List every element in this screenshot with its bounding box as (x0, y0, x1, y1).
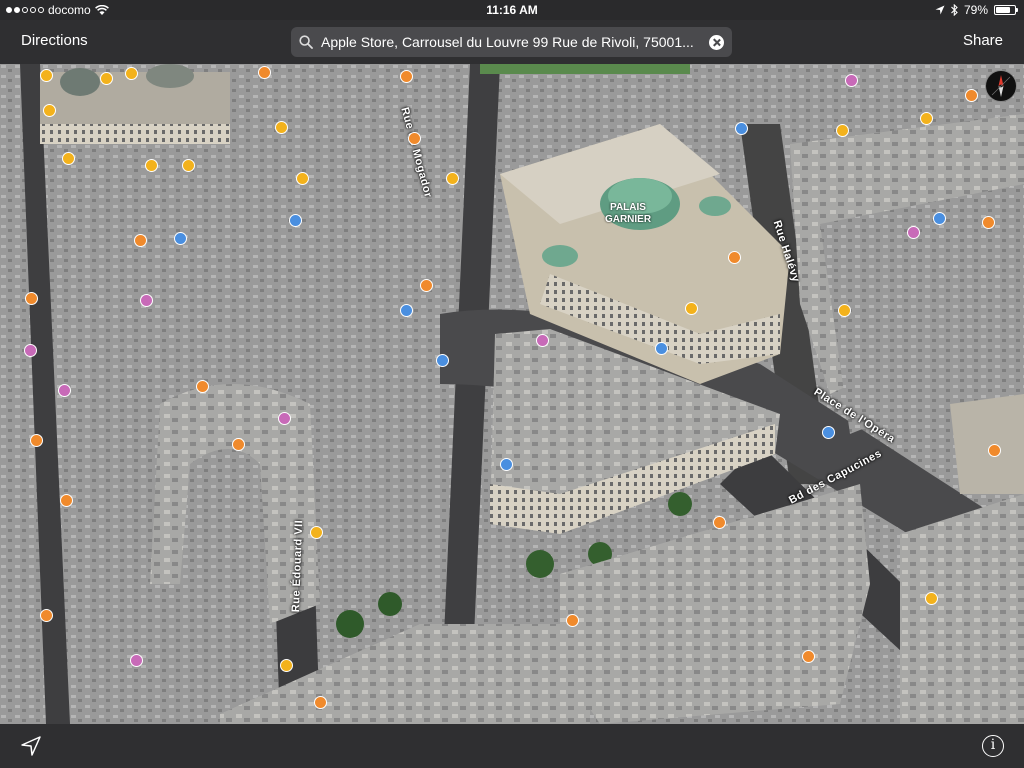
map-poi-marker[interactable] (58, 384, 71, 397)
map-poi-marker[interactable] (713, 516, 726, 529)
map-poi-marker[interactable] (822, 426, 835, 439)
map-poi-marker[interactable] (408, 132, 421, 145)
map-poi-marker[interactable] (566, 614, 579, 627)
map-poi-marker[interactable] (655, 342, 668, 355)
compass-button[interactable] (985, 70, 1017, 102)
status-bar: docomo 11:16 AM 79% (0, 0, 1024, 20)
bluetooth-icon (951, 4, 958, 16)
map-poi-marker[interactable] (30, 434, 43, 447)
map-poi-marker[interactable] (845, 74, 858, 87)
navigation-bar: Directions Apple Store, Carrousel du Lou… (0, 20, 1024, 64)
map-poi-marker[interactable] (196, 380, 209, 393)
map-poi-marker[interactable] (314, 696, 327, 709)
directions-button[interactable]: Directions (21, 32, 88, 49)
map-poi-marker[interactable] (280, 659, 293, 672)
map-poi-marker[interactable] (838, 304, 851, 317)
compass-icon (991, 75, 1011, 97)
map-poi-marker[interactable] (60, 494, 73, 507)
map-view[interactable]: Rue de Mogador Rue Halévy Place de l'Opé… (0, 64, 1024, 724)
battery-fill (996, 7, 1011, 13)
map-poi-marker[interactable] (24, 344, 37, 357)
map-poi-marker[interactable] (25, 292, 38, 305)
map-poi-marker[interactable] (145, 159, 158, 172)
map-poi-marker[interactable] (125, 67, 138, 80)
status-right: 79% (935, 3, 1018, 17)
map-poi-marker[interactable] (802, 650, 815, 663)
status-time: 11:16 AM (486, 3, 538, 17)
map-poi-marker[interactable] (130, 654, 143, 667)
map-poi-marker[interactable] (933, 212, 946, 225)
map-poi-marker[interactable] (40, 69, 53, 82)
map-poi-marker[interactable] (174, 232, 187, 245)
map-poi-marker[interactable] (278, 412, 291, 425)
map-poi-marker[interactable] (400, 70, 413, 83)
map-poi-marker[interactable] (232, 438, 245, 451)
map-poi-marker[interactable] (446, 172, 459, 185)
map-poi-marker[interactable] (728, 251, 741, 264)
map-poi-marker[interactable] (43, 104, 56, 117)
search-field[interactable]: Apple Store, Carrousel du Louvre 99 Rue … (291, 27, 732, 57)
bottom-toolbar: i (0, 724, 1024, 768)
location-arrow-icon (935, 5, 945, 15)
map-poi-marker[interactable] (836, 124, 849, 137)
map-poi-marker[interactable] (258, 66, 271, 79)
map-poi-marker[interactable] (988, 444, 1001, 457)
clear-search-button[interactable] (709, 34, 724, 50)
map-poi-marker[interactable] (134, 234, 147, 247)
current-location-button[interactable] (20, 735, 42, 757)
map-poi-marker[interactable] (275, 121, 288, 134)
map-poi-marker[interactable] (62, 152, 75, 165)
search-query[interactable]: Apple Store, Carrousel du Louvre 99 Rue … (321, 34, 709, 50)
map-poi-marker[interactable] (500, 458, 513, 471)
info-button[interactable]: i (982, 735, 1004, 757)
map-poi-marker[interactable] (685, 302, 698, 315)
map-poi-marker[interactable] (907, 226, 920, 239)
map-poi-marker[interactable] (310, 526, 323, 539)
map-poi-marker[interactable] (182, 159, 195, 172)
map-poi-marker[interactable] (536, 334, 549, 347)
map-poi-marker[interactable] (925, 592, 938, 605)
map-poi-marker[interactable] (400, 304, 413, 317)
battery-percent: 79% (963, 3, 988, 17)
map-poi-marker[interactable] (140, 294, 153, 307)
map-poi-marker[interactable] (920, 112, 933, 125)
landmark-label-palais-garnier[interactable]: PALAIS GARNIER (604, 202, 652, 226)
map-poi-marker[interactable] (735, 122, 748, 135)
map-poi-marker[interactable] (289, 214, 302, 227)
map-poi-marker[interactable] (40, 609, 53, 622)
search-icon (299, 35, 313, 49)
map-poi-marker[interactable] (965, 89, 978, 102)
map-poi-marker[interactable] (100, 72, 113, 85)
map-poi-marker[interactable] (436, 354, 449, 367)
map-poi-marker[interactable] (296, 172, 309, 185)
map-poi-marker[interactable] (982, 216, 995, 229)
share-button[interactable]: Share (963, 32, 1003, 49)
battery-icon (994, 5, 1018, 15)
map-poi-marker[interactable] (420, 279, 433, 292)
